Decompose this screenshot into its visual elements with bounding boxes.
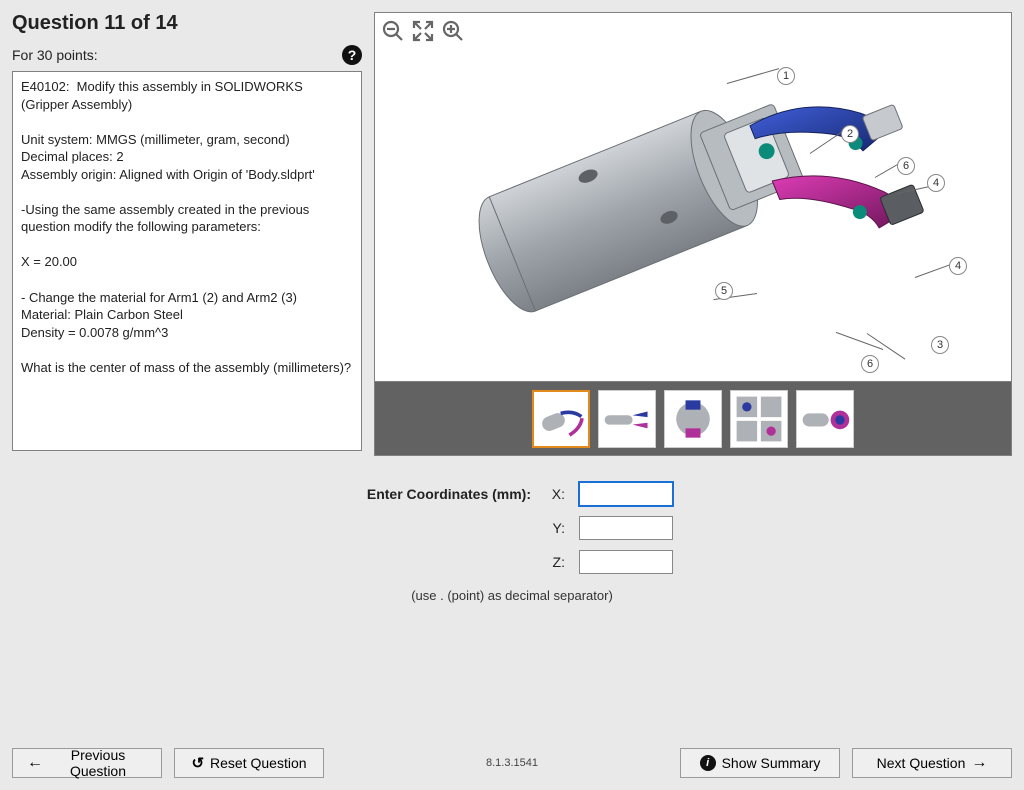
previous-question-button[interactable]: Previous Question [12,748,162,778]
axis-label-y: Y: [545,520,565,536]
thumbnail-strip [374,382,1012,456]
callout-badge: 3 [931,336,949,354]
callout-badge: 4 [927,174,945,192]
coord-input-y[interactable] [579,516,673,540]
question-panel: Question 11 of 14 For 30 points: ? E4010… [12,12,362,456]
image-panel: 1 2 3 4 4 5 6 6 [374,12,1012,456]
help-icon[interactable]: ? [342,45,362,65]
question-body[interactable]: E40102: Modify this assembly in SOLIDWOR… [12,71,362,451]
next-question-button[interactable]: Next Question [852,748,1012,778]
axis-label-x: X: [545,486,565,502]
model-stage: 1 2 3 4 4 5 6 6 [375,13,1011,381]
button-label: Next Question [877,755,966,771]
thumbnail-item[interactable] [664,390,722,448]
thumbnail-item[interactable] [796,390,854,448]
callout-badge: 1 [777,67,795,85]
answer-block: Enter Coordinates (mm): X: Y: Z: (use . … [12,482,1012,603]
reset-question-button[interactable]: Reset Question [174,748,324,778]
points-row: For 30 points: ? [12,45,362,65]
callout-badge: 6 [861,355,879,373]
coord-row-x: Enter Coordinates (mm): X: [351,482,673,506]
coord-row-z: Z: [351,550,673,574]
show-summary-button[interactable]: i Show Summary [680,748,840,778]
coord-input-z[interactable] [579,550,673,574]
zoom-in-icon[interactable] [439,17,467,45]
info-icon: i [700,755,716,771]
points-label: For 30 points: [12,47,98,63]
image-viewer[interactable]: 1 2 3 4 4 5 6 6 [374,12,1012,382]
bottom-bar: Previous Question Reset Question 8.1.3.1… [12,748,1012,778]
button-label: Show Summary [722,755,821,771]
coord-prompt: Enter Coordinates (mm): [351,486,531,502]
thumbnail-item[interactable] [730,390,788,448]
zoom-out-icon[interactable] [379,17,407,45]
coord-row-y: Y: [351,516,673,540]
coord-input-x[interactable] [579,482,673,506]
axis-label-z: Z: [545,554,565,570]
question-title: Question 11 of 14 [12,12,362,35]
thumbnail-item[interactable] [532,390,590,448]
callout-badge: 2 [841,125,859,143]
decimal-hint: (use . (point) as decimal separator) [411,588,613,603]
viewer-toolbar [379,17,467,45]
callout-badge: 4 [949,257,967,275]
top-row: Question 11 of 14 For 30 points: ? E4010… [12,12,1012,456]
version-label: 8.1.3.1541 [486,757,538,769]
callout-badge: 6 [897,157,915,175]
callout-badge: 5 [715,282,733,300]
thumbnail-item[interactable] [598,390,656,448]
button-label: Previous Question [49,747,147,779]
zoom-fit-icon[interactable] [409,17,437,45]
button-label: Reset Question [210,755,307,771]
app-root: Question 11 of 14 For 30 points: ? E4010… [0,0,1024,790]
